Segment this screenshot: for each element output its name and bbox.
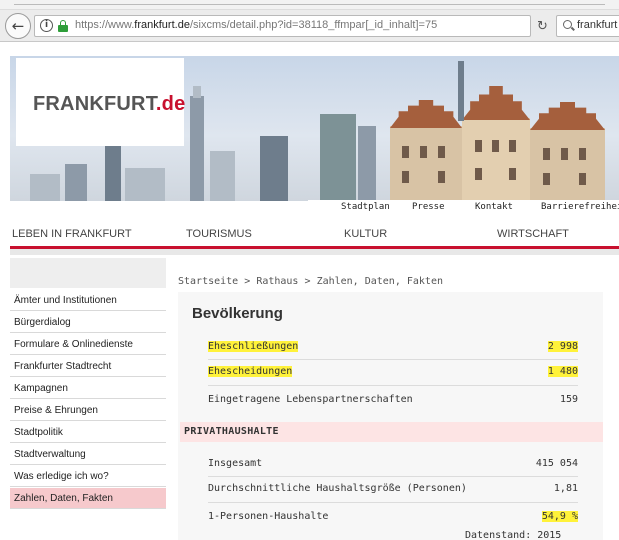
browser-toolbar: ← i https://www.frankfurt.de/sixcms/deta… [0,10,619,42]
stat-value: 159 [559,394,578,405]
nav-shadow [10,249,619,255]
url-prefix: https://www. [75,19,135,31]
stat-label: Durchschnittliche Haushaltsgröße (Person… [208,483,467,494]
util-link-kontakt[interactable]: Kontakt [475,202,513,212]
search-input[interactable]: frankfurt ein [556,15,619,37]
sidebar-item-preise[interactable]: Preise & Ehrungen [10,400,166,421]
reload-icon[interactable]: ↻ [537,19,548,34]
sidebar-item-stadtrecht[interactable]: Frankfurter Stadtrecht [10,356,166,377]
sidebar: Ämter und Institutionen Bürgerdialog For… [10,290,166,540]
breadcrumb-startseite[interactable]: Startseite [178,276,238,287]
breadcrumb-current: Zahlen, Daten, Fakten [316,276,443,287]
breadcrumb-separator: > [304,276,311,287]
logo-main: FRANKFURT [33,93,156,115]
sidebar-header [10,258,166,288]
page-title: Bevölkerung [192,305,283,322]
stat-value: 1 480 [547,366,578,377]
stat-value: 1,81 [553,483,578,494]
url-path: /sixcms/detail.php?id=38118_ffmpar[_id_i… [189,19,438,31]
stat-row: Eheschließungen 2 998 [208,336,578,358]
sidebar-item-was-erledige[interactable]: Was erledige ich wo? [10,466,166,487]
back-button[interactable]: ← [5,13,31,39]
stat-label: Eheschließungen [208,341,299,352]
nav-leben-in-frankfurt[interactable]: LEBEN IN FRANKFURT [12,228,132,240]
breadcrumb-rathaus[interactable]: Rathaus [256,276,298,287]
sidebar-item-aemter[interactable]: Ämter und Institutionen [10,290,166,311]
nav-tourismus[interactable]: TOURISMUS [186,228,252,240]
stat-label-text: Eheschließungen [208,341,299,352]
sidebar-item-stadtverwaltung[interactable]: Stadtverwaltung [10,444,166,465]
arrow-left-icon: ← [11,17,25,35]
address-bar[interactable]: i https://www.frankfurt.de/sixcms/detail… [34,15,531,37]
site-logo-text[interactable]: FRANKFURT.de [33,93,185,116]
stat-row: Eingetragene Lebenspartnerschaften 159 [208,389,578,411]
info-icon[interactable]: i [40,19,53,32]
nav-wirtschaft[interactable]: WIRTSCHAFT [497,228,569,240]
stat-value: 2 998 [547,341,578,352]
divider [14,4,605,5]
breadcrumb: Startseite > Rathaus > Zahlen, Daten, Fa… [178,276,443,287]
util-link-stadtplan[interactable]: Stadtplan [341,202,390,212]
sidebar-item-kampagnen[interactable]: Kampagnen [10,378,166,399]
stat-row: 1-Personen-Haushalte 54,9 % [208,506,578,528]
sidebar-item-buergerdialog[interactable]: Bürgerdialog [10,312,166,333]
stat-row: Ehescheidungen 1 480 [208,361,578,383]
stat-label: Eingetragene Lebenspartnerschaften [208,394,413,405]
browser-top-strip [0,0,619,10]
stat-label: Ehescheidungen [208,366,293,377]
breadcrumb-separator: > [244,276,251,287]
logo-suffix: .de [155,93,186,115]
stat-row: Durchschnittliche Haushaltsgröße (Person… [208,478,578,500]
row-divider [208,385,578,386]
sidebar-item-stadtpolitik[interactable]: Stadtpolitik [10,422,166,443]
row-divider [208,476,578,477]
row-divider [208,502,578,503]
url-text[interactable]: https://www.frankfurt.de/sixcms/detail.p… [75,19,437,31]
stat-value: 415 054 [535,458,578,469]
stat-label: Insgesamt [208,458,263,469]
search-icon [563,20,572,29]
nav-kultur[interactable]: KULTUR [344,228,387,240]
util-link-presse[interactable]: Presse [412,202,445,212]
sidebar-item-zahlen-daten-fakten[interactable]: Zahlen, Daten, Fakten [10,488,166,509]
lock-icon [58,20,68,33]
url-domain: frankfurt.de [134,19,190,31]
util-link-barrierefreiheit[interactable]: Barrierefreiheit [541,202,619,212]
stat-value: 54,9 % [541,511,578,522]
stat-label: 1-Personen-Haushalte [208,511,329,522]
search-text: frankfurt ein [577,19,619,31]
stat-row: Insgesamt 415 054 [208,453,578,475]
section-title: PRIVATHAUSHALTE [180,422,603,442]
data-status-note: Datenstand: 2015 [465,530,562,540]
sidebar-item-formulare[interactable]: Formulare & Onlinedienste [10,334,166,355]
row-divider [208,359,578,360]
